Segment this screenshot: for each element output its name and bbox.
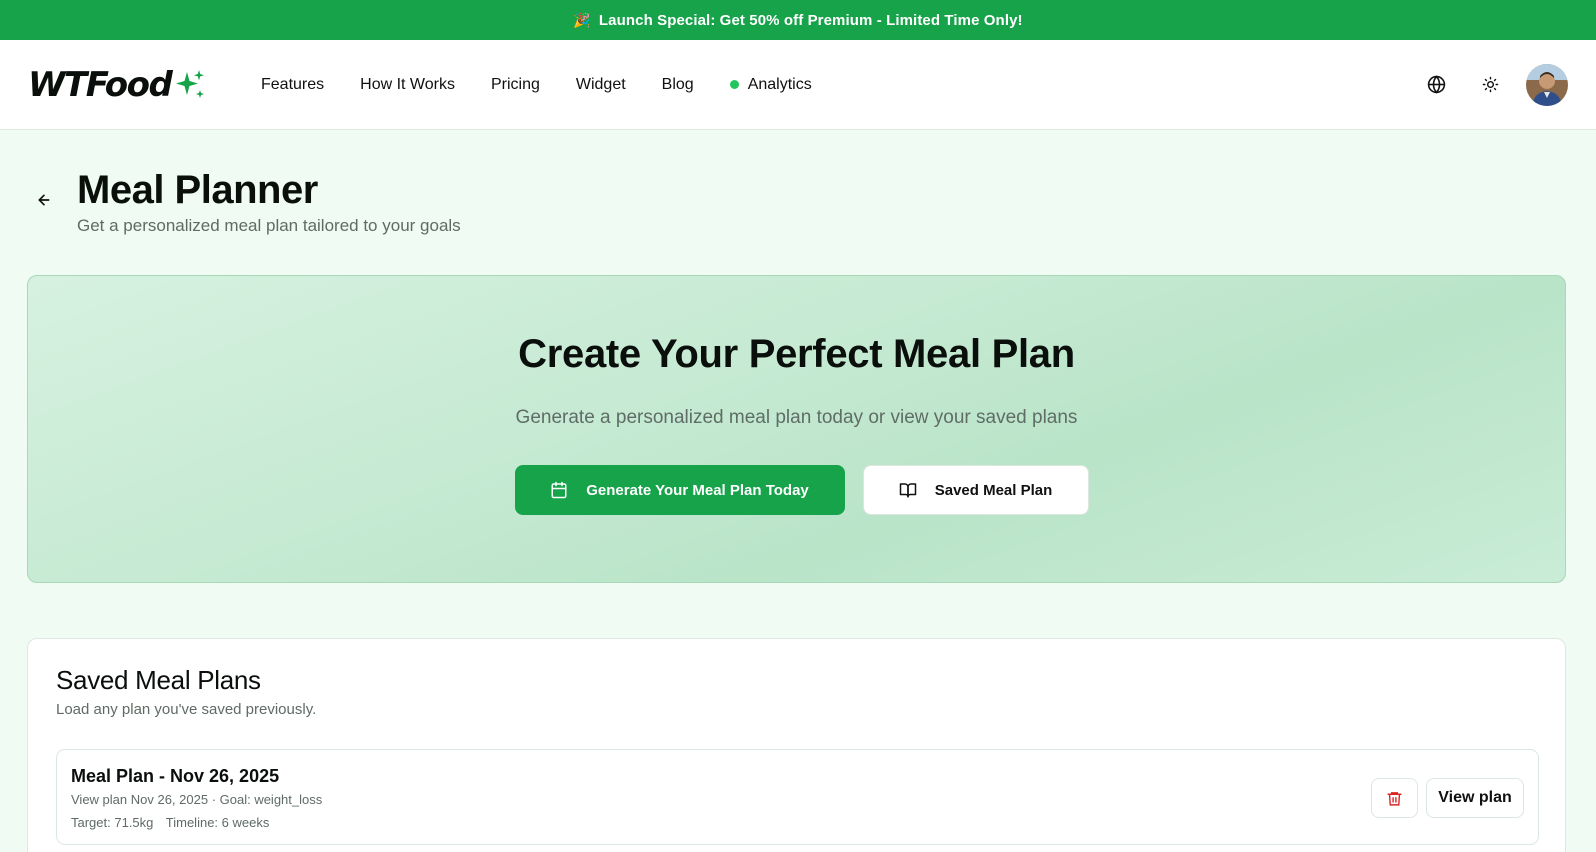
- book-open-icon: [899, 483, 916, 498]
- delete-plan-button[interactable]: [1371, 778, 1418, 818]
- hero-card: Create Your Perfect Meal Plan Generate a…: [27, 275, 1566, 583]
- avatar[interactable]: [1526, 63, 1568, 106]
- plan-title: Meal Plan - Nov 26, 2025: [71, 766, 280, 786]
- globe-icon: [1427, 75, 1445, 94]
- nav-pricing[interactable]: Pricing: [491, 76, 540, 94]
- plan-target: Target: 71.5kg: [71, 815, 154, 830]
- plan-details: Target: 71.5kg Timeline: 6 weeks: [71, 815, 278, 830]
- language-button[interactable]: [1418, 67, 1454, 103]
- plan-meta: View plan Nov 26, 2025 · Goal: weight_lo…: [71, 792, 323, 807]
- generate-button-label: Generate Your Meal Plan Today: [586, 481, 809, 499]
- hero-text: Generate a personalized meal plan today …: [515, 407, 1078, 428]
- nav-analytics-label: Analytics: [747, 75, 812, 93]
- nav-analytics[interactable]: Analytics: [729, 75, 812, 94]
- nav-features[interactable]: Features: [261, 76, 324, 94]
- page-subtitle: Get a personalized meal plan tailored to…: [77, 216, 461, 235]
- nav-how-it-works[interactable]: How It Works: [360, 76, 455, 94]
- promo-text: Launch Special: Get 50% off Premium - Li…: [598, 11, 1023, 29]
- nav-widget[interactable]: Widget: [576, 76, 626, 94]
- party-icon: 🎉: [573, 11, 591, 28]
- theme-toggle-button[interactable]: [1472, 67, 1508, 103]
- view-plan-button[interactable]: View plan: [1426, 778, 1524, 818]
- saved-button-label: Saved Meal Plan: [934, 481, 1053, 499]
- plan-timeline: Timeline: 6 weeks: [165, 815, 270, 830]
- sparkle-icon: [176, 69, 205, 98]
- calendar-icon: [551, 481, 567, 499]
- saved-meal-plan-button[interactable]: Saved Meal Plan: [862, 465, 1089, 515]
- back-button[interactable]: [36, 192, 52, 213]
- page-title: Meal Planner: [77, 168, 318, 212]
- arrow-left-icon: [38, 194, 50, 206]
- list-item: Meal Plan - Nov 26, 2025 View plan Nov 2…: [56, 749, 1539, 845]
- status-dot: [729, 80, 739, 89]
- top-nav: WTFood Features How It Works Pricing Wid…: [0, 40, 1596, 130]
- generate-meal-plan-button[interactable]: Generate Your Meal Plan Today: [514, 465, 845, 515]
- saved-plans-description: Load any plan you've saved previously.: [56, 701, 317, 718]
- promo-banner: 🎉 Launch Special: Get 50% off Premium - …: [0, 0, 1596, 40]
- saved-plans-card: Saved Meal Plans Load any plan you've sa…: [27, 638, 1566, 852]
- logo[interactable]: WTFood: [28, 65, 235, 105]
- logo-text: WTFood: [28, 64, 173, 105]
- nav-blog[interactable]: Blog: [662, 76, 694, 94]
- sun-icon: [1482, 76, 1498, 93]
- saved-plans-heading: Saved Meal Plans: [56, 665, 261, 695]
- hero-heading: Create Your Perfect Meal Plan: [518, 332, 1075, 376]
- nav-links: Features How It Works Pricing Widget Blo…: [261, 76, 848, 94]
- trash-icon: [1387, 791, 1402, 806]
